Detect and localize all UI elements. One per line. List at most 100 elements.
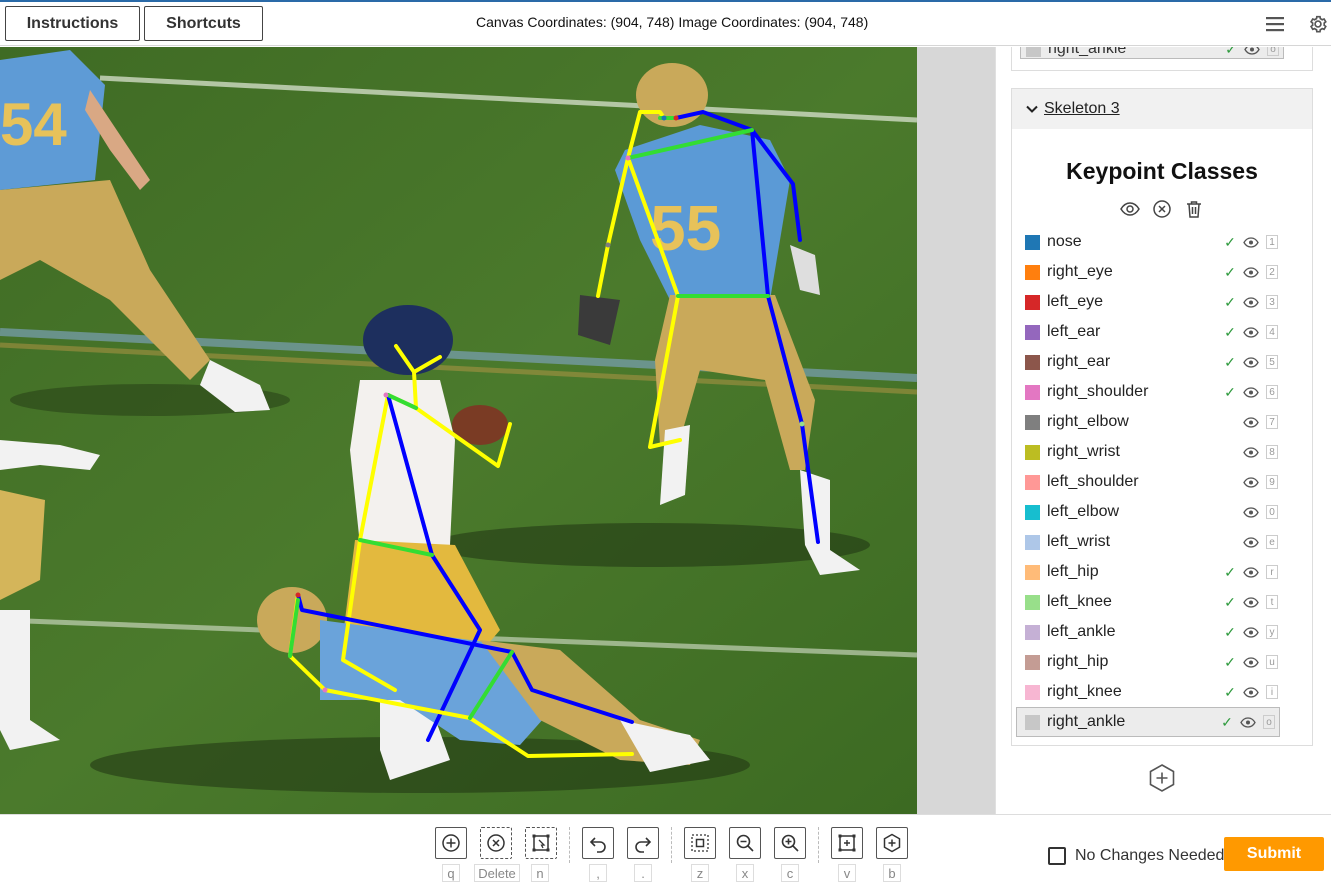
eye-icon[interactable]: [1242, 446, 1260, 458]
select-box-button[interactable]: [525, 827, 557, 859]
eye-icon[interactable]: [1120, 199, 1140, 219]
color-swatch: [1025, 594, 1040, 610]
checkbox-box[interactable]: [1048, 847, 1066, 865]
keypoint-row-right-wrist[interactable]: right_wrist 8: [1020, 437, 1284, 467]
eye-icon[interactable]: [1242, 386, 1260, 398]
color-swatch: [1025, 534, 1040, 550]
eye-icon[interactable]: [1243, 47, 1261, 55]
shortcut-key: v: [838, 864, 856, 882]
keypoint-row-right-ankle-previous[interactable]: right_ankle ✓ o: [1020, 47, 1284, 59]
keypoint-row-right-ear[interactable]: right_ear ✓ 5: [1020, 347, 1284, 377]
color-swatch: [1025, 354, 1040, 370]
keypoint-row-right-eye[interactable]: right_eye ✓ 2: [1020, 257, 1284, 287]
shortcut-key: 5: [1266, 355, 1278, 369]
no-changes-label: No Changes Needed: [1075, 847, 1225, 864]
hamburger-menu-icon[interactable]: [1263, 12, 1287, 36]
eye-icon[interactable]: [1242, 296, 1260, 308]
submit-button[interactable]: Submit: [1224, 837, 1324, 871]
keypoint-row-left-wrist[interactable]: left_wrist e: [1020, 527, 1284, 557]
eye-icon[interactable]: [1242, 566, 1260, 578]
eye-icon[interactable]: [1242, 686, 1260, 698]
instructions-button[interactable]: Instructions: [5, 6, 140, 41]
bounding-box-icon: [838, 834, 856, 852]
keypoint-row-left-eye[interactable]: left_eye ✓ 3: [1020, 287, 1284, 317]
color-swatch: [1025, 414, 1040, 430]
shortcut-key: c: [781, 864, 799, 882]
check-icon: ✓: [1224, 683, 1236, 700]
eye-icon[interactable]: [1242, 416, 1260, 428]
eye-icon[interactable]: [1242, 236, 1260, 248]
skeleton-header[interactable]: Skeleton 3: [1012, 89, 1312, 129]
keypoint-row-left-hip[interactable]: left_hip ✓ r: [1020, 557, 1284, 587]
no-changes-checkbox[interactable]: No Changes Needed: [1048, 847, 1224, 865]
fit-screen-icon: [691, 834, 709, 852]
plus-hexagon-icon[interactable]: [1147, 763, 1177, 793]
check-icon: ✓: [1224, 263, 1236, 280]
color-swatch: [1025, 564, 1040, 580]
shortcut-key: i: [1266, 685, 1278, 699]
keypoint-row-nose[interactable]: nose ✓ 1: [1020, 227, 1284, 257]
redo-button[interactable]: [627, 827, 659, 859]
keypoint-row-right-hip[interactable]: right_hip ✓ u: [1020, 647, 1284, 677]
zoom-in-icon: [781, 834, 799, 852]
toolbar-divider: [818, 827, 819, 863]
keypoint-row-right-ankle[interactable]: right_ankle ✓ o: [1016, 707, 1280, 737]
eye-icon[interactable]: [1242, 626, 1260, 638]
eye-icon[interactable]: [1242, 506, 1260, 518]
keypoint-row-right-knee[interactable]: right_knee ✓ i: [1020, 677, 1284, 707]
eye-icon[interactable]: [1242, 656, 1260, 668]
color-swatch: [1025, 714, 1040, 730]
skeleton-card: Skeleton 3 Keypoint Classes nose ✓ 1 right_…: [1011, 88, 1313, 746]
keypoint-row-left-knee[interactable]: left_knee ✓ t: [1020, 587, 1284, 617]
close-circle-icon[interactable]: [1152, 199, 1172, 219]
shortcut-key: z: [691, 864, 709, 882]
check-icon: ✓: [1221, 713, 1233, 730]
shortcuts-button[interactable]: Shortcuts: [144, 6, 263, 41]
eye-icon[interactable]: [1242, 266, 1260, 278]
undo-icon: [589, 837, 606, 853]
color-swatch: [1025, 324, 1040, 340]
color-swatch: [1025, 474, 1040, 490]
check-icon: ✓: [1224, 383, 1236, 400]
delete-point-button[interactable]: [480, 827, 512, 859]
shortcut-key: y: [1266, 625, 1278, 639]
check-icon: ✓: [1224, 653, 1236, 670]
eye-icon[interactable]: [1242, 326, 1260, 338]
shortcut-key: n: [531, 864, 549, 882]
shortcut-key: x: [736, 864, 754, 882]
shortcut-key: u: [1266, 655, 1278, 669]
fit-screen-button[interactable]: [684, 827, 716, 859]
annotation-canvas[interactable]: 54 55: [0, 47, 917, 814]
chevron-down-icon[interactable]: [1026, 103, 1038, 115]
check-icon: ✓: [1225, 47, 1237, 57]
undo-button[interactable]: [582, 827, 614, 859]
keypoint-row-right-elbow[interactable]: right_elbow 7: [1020, 407, 1284, 437]
keypoint-row-left-shoulder[interactable]: left_shoulder 9: [1020, 467, 1284, 497]
color-swatch: [1025, 234, 1040, 250]
color-swatch: [1025, 624, 1040, 640]
shortcut-key: b: [883, 864, 901, 882]
zoom-out-button[interactable]: [729, 827, 761, 859]
add-point-button[interactable]: [435, 827, 467, 859]
zoom-in-button[interactable]: [774, 827, 806, 859]
skeleton-title[interactable]: Skeleton 3: [1044, 100, 1120, 118]
keypoint-row-left-ankle[interactable]: left_ankle ✓ y: [1020, 617, 1284, 647]
gear-icon[interactable]: [1306, 12, 1330, 36]
coordinates-readout: Canvas Coordinates: (904, 748) Image Coo…: [476, 14, 869, 30]
trash-icon[interactable]: [1184, 199, 1204, 219]
keypoint-row-left-elbow[interactable]: left_elbow 0: [1020, 497, 1284, 527]
skeleton-panel: right_ankle ✓ o Skeleton 3 Keypoint Clas…: [995, 47, 1331, 814]
shortcut-key: ,: [589, 864, 607, 882]
eye-icon[interactable]: [1242, 536, 1260, 548]
check-icon: ✓: [1224, 623, 1236, 640]
eye-icon[interactable]: [1242, 356, 1260, 368]
bounding-box-button[interactable]: [831, 827, 863, 859]
eye-icon[interactable]: [1242, 476, 1260, 488]
eye-icon[interactable]: [1242, 596, 1260, 608]
keypoint-row-right-shoulder[interactable]: right_shoulder ✓ 6: [1020, 377, 1284, 407]
shortcut-key: 9: [1266, 475, 1278, 489]
image-canvas-svg[interactable]: 54 55: [0, 47, 917, 814]
keypoint-row-left-ear[interactable]: left_ear ✓ 4: [1020, 317, 1284, 347]
add-skeleton-button[interactable]: [876, 827, 908, 859]
eye-icon[interactable]: [1239, 716, 1257, 728]
